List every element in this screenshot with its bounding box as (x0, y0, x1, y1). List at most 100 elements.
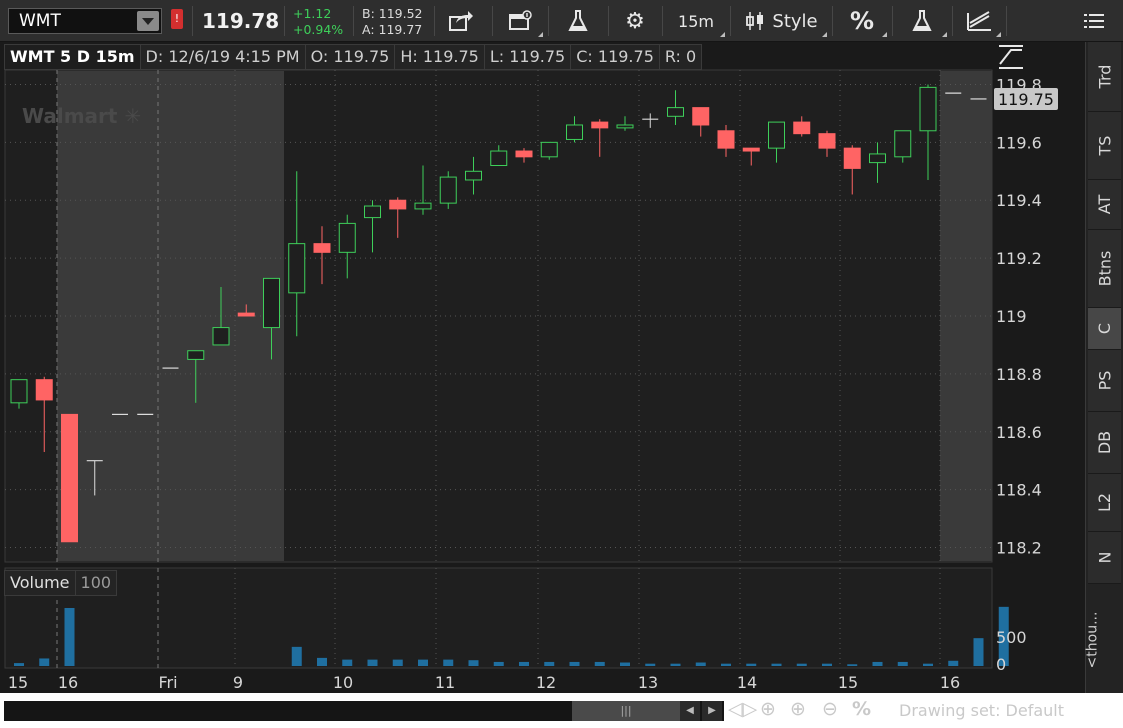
volume-label[interactable]: Volume (4, 570, 76, 596)
divider (284, 6, 285, 36)
volume-bar (418, 659, 428, 666)
volume-bar (64, 608, 75, 666)
volume-bar (569, 661, 580, 666)
side-tab-l2[interactable]: L2 (1088, 474, 1121, 532)
time-tick-label: 13 (638, 673, 658, 692)
gear-icon[interactable]: ⚙ (610, 0, 660, 42)
volume-bar (317, 657, 327, 666)
beaker-icon[interactable] (550, 0, 606, 42)
candle-body (540, 141, 558, 158)
divider (892, 6, 893, 36)
candle-body (490, 150, 508, 167)
scroll-right-button[interactable]: ▶ (702, 701, 722, 721)
bid-ask: B: 119.52 A: 119.77 (362, 6, 423, 38)
last-price: 119.78 (202, 9, 280, 33)
zoom-in-icon[interactable]: ⊕ (790, 698, 806, 720)
divider (548, 6, 549, 36)
candle-body (212, 327, 230, 346)
side-tab-label: DB (1094, 430, 1114, 455)
side-tab-db[interactable]: DB (1088, 412, 1121, 474)
candle-body (338, 222, 356, 253)
bar-open: O: 119.75 (304, 44, 396, 70)
share-icon[interactable] (436, 0, 486, 42)
chevron-down-icon[interactable] (137, 11, 159, 31)
volume-bar (443, 659, 454, 666)
symbol-period[interactable]: WMT 5 D 15m (4, 44, 141, 70)
drawings-icon[interactable] (954, 0, 1004, 42)
volume-unit-label: <thou... (1084, 611, 1101, 669)
side-tab-label: N (1095, 551, 1114, 564)
divider (1006, 6, 1007, 36)
candle-body (894, 130, 912, 158)
candle-body (389, 199, 407, 210)
volume-bar (291, 646, 302, 666)
drawing-set-label[interactable]: Drawing set: Default (899, 701, 1064, 720)
side-tab-trd[interactable]: Trd (1088, 42, 1121, 112)
candle-body (793, 121, 811, 135)
volume-tick-label: 0 (996, 655, 1006, 674)
divider (832, 6, 833, 36)
side-tab-n[interactable]: N (1088, 532, 1121, 584)
time-tick-label: 11 (435, 673, 455, 692)
candle-body (919, 86, 937, 132)
candle-body (616, 124, 634, 129)
side-tab-label: Btns (1095, 250, 1115, 287)
scroll-left-button[interactable]: ◀ (680, 701, 700, 721)
ask-value: A: 119.77 (362, 22, 423, 37)
side-tab-ts[interactable]: TS (1088, 112, 1121, 180)
side-tab-label: C (1094, 322, 1114, 335)
active-trader-icon[interactable] (494, 0, 546, 42)
volume-bar (923, 663, 933, 666)
time-tick-label: 12 (536, 673, 556, 692)
side-panel-tabs: Trd TS AT Btns C PS DB L2 N <thou... (1084, 42, 1123, 693)
candle-body (263, 277, 280, 329)
side-tab-label: L2 (1095, 492, 1114, 513)
beaker-icon[interactable] (894, 0, 950, 42)
side-tab-label: Trd (1095, 64, 1114, 89)
style-label: Style (772, 10, 818, 32)
zoom-out-icon[interactable]: ⊖ (822, 698, 838, 720)
candle-body (692, 107, 710, 126)
chart-canvas[interactable]: 119.8119.6119.4119.2119118.8118.6118.411… (0, 42, 1085, 693)
candle-body (414, 202, 432, 210)
percent-button[interactable]: % (834, 0, 890, 42)
side-tab-c[interactable]: C (1088, 308, 1121, 350)
volume-bar (392, 659, 403, 666)
price-tick-label: 118.2 (996, 539, 1042, 558)
expand-icon[interactable]: ◁▷ (728, 698, 757, 720)
percent-label: % (849, 7, 875, 35)
scrollbar-thumb[interactable]: ||| (572, 701, 680, 721)
bar-date: D: 12/6/19 4:15 PM (139, 44, 306, 70)
candle-body (869, 153, 886, 164)
bar-low: L: 119.75 (483, 44, 572, 70)
crosshair-icon[interactable]: ⊕ (760, 698, 776, 720)
percent-icon[interactable]: % (852, 698, 871, 720)
bid-value: B: 119.52 (362, 6, 423, 21)
divider (662, 6, 663, 36)
alert-badge[interactable]: ! (171, 9, 183, 29)
time-tick-label: 15 (838, 673, 858, 692)
candle (540, 141, 558, 160)
timeframe-button[interactable]: 15m (664, 0, 728, 42)
side-tab-ps[interactable]: PS (1088, 350, 1121, 412)
price-chart[interactable]: 119.8 119.6 119.4 119.2 119 118.8 118.6 118.4 11… (0, 42, 1085, 693)
side-tab-btns[interactable]: Btns (1088, 230, 1121, 308)
volume-bar (493, 661, 504, 666)
style-button[interactable]: Style (732, 0, 830, 42)
candle-body (35, 379, 53, 401)
net-change-value: +1.12 (293, 6, 332, 21)
side-tab-at[interactable]: AT (1088, 180, 1121, 230)
drawing-tool-icon[interactable] (997, 44, 1025, 74)
side-tab-label: TS (1095, 135, 1114, 156)
symbol-selector[interactable]: WMT (8, 8, 162, 34)
menu-icon[interactable] (1072, 0, 1116, 42)
divider (434, 6, 435, 36)
last-price-marker-label: 119.75 (998, 90, 1054, 109)
volume-value: 100 (74, 570, 118, 596)
volume-tick-label: 500 (996, 628, 1027, 647)
volume-panel (4, 567, 993, 669)
top-toolbar: WMT ! 119.78 +1.12 +0.94% B: 119.52 A: 1… (0, 0, 1123, 42)
bottom-bar: ||| ◀ ▶ ◁▷ ⊕ ⊕ ⊖ % Drawing set: Default (0, 693, 1123, 728)
candle-body (667, 107, 684, 117)
side-tab-label: AT (1094, 194, 1114, 215)
